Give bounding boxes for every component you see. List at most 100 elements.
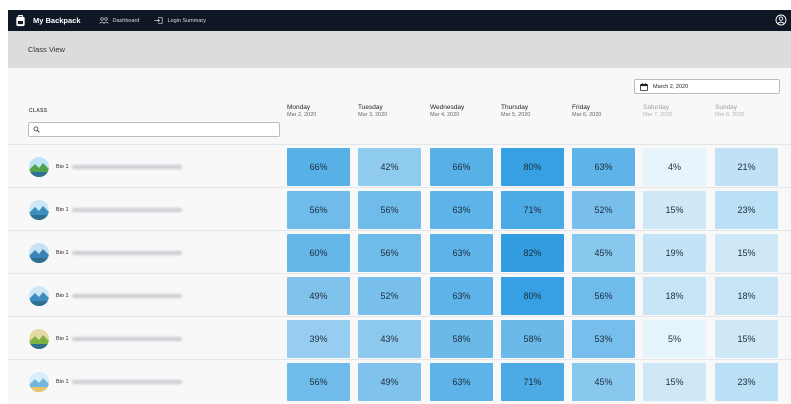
usage-cell[interactable]: 56% [287, 363, 350, 401]
users-icon [98, 17, 109, 24]
usage-cell[interactable]: 53% [572, 320, 635, 358]
day-date: Mar 7, 2020 [643, 112, 673, 118]
nav-login-summary[interactable]: Login Summary [154, 17, 206, 24]
class-avatar [29, 286, 49, 306]
redacted-class-detail [71, 208, 182, 212]
login-icon [154, 17, 164, 24]
day-name: Sunday [715, 104, 738, 111]
user-profile-icon[interactable] [775, 14, 787, 26]
class-name: Bio 1 [56, 207, 69, 213]
redacted-class-detail [71, 380, 182, 384]
usage-cell[interactable]: 18% [715, 277, 778, 315]
usage-cell[interactable]: 71% [501, 191, 564, 229]
backpack-icon [16, 14, 25, 27]
date-picker[interactable]: March 2, 2020 [634, 79, 780, 94]
day-name: Saturday [643, 104, 670, 111]
usage-cell[interactable]: 49% [358, 363, 421, 401]
usage-cell[interactable]: 66% [430, 148, 493, 186]
day-date: Mar 3, 2020 [358, 112, 388, 118]
class-row-5[interactable]: Bio 1 [29, 329, 182, 349]
day-header-sunday: Sunday Mar 8, 2020 [715, 104, 744, 118]
day-name: Thursday [501, 104, 529, 111]
class-column-label: CLASS [29, 108, 48, 114]
row-divider [8, 144, 791, 145]
page-header: Class View [8, 31, 791, 68]
redacted-class-detail [71, 251, 182, 255]
class-row-1[interactable]: Bio 1 [29, 157, 182, 177]
class-name: Bio 1 [56, 336, 69, 342]
class-row-3[interactable]: Bio 1 [29, 243, 182, 263]
usage-cell[interactable]: 42% [358, 148, 421, 186]
usage-cell[interactable]: 23% [715, 191, 778, 229]
app-title: My Backpack [33, 16, 81, 25]
usage-cell[interactable]: 49% [287, 277, 350, 315]
usage-cell[interactable]: 63% [572, 148, 635, 186]
usage-cell[interactable]: 39% [287, 320, 350, 358]
day-date: Mar 6, 2020 [572, 112, 602, 118]
usage-cell[interactable]: 19% [643, 234, 706, 272]
nav-dashboard-label: Dashboard [112, 17, 140, 24]
top-navigation-bar: My Backpack Dashboard Login Summary [8, 10, 791, 31]
class-search-input[interactable] [28, 122, 280, 137]
usage-cell[interactable]: 21% [715, 148, 778, 186]
app-brand[interactable]: My Backpack [14, 14, 81, 27]
page-title: Class View [28, 45, 65, 54]
usage-cell[interactable]: 15% [643, 363, 706, 401]
class-name: Bio 1 [56, 379, 69, 385]
usage-cell[interactable]: 5% [643, 320, 706, 358]
usage-cell[interactable]: 4% [643, 148, 706, 186]
usage-cell[interactable]: 71% [501, 363, 564, 401]
usage-cell[interactable]: 52% [358, 277, 421, 315]
nav-login-summary-label: Login Summary [167, 17, 206, 24]
redacted-class-detail [71, 294, 182, 298]
row-divider [8, 187, 791, 188]
usage-cell[interactable]: 18% [643, 277, 706, 315]
class-row-4[interactable]: Bio 1 [29, 286, 182, 306]
usage-cell[interactable]: 23% [715, 363, 778, 401]
class-row-6[interactable]: Bio 1 [29, 372, 182, 392]
nav-dashboard[interactable]: Dashboard [98, 17, 140, 24]
usage-cell[interactable]: 52% [572, 191, 635, 229]
usage-cell[interactable]: 56% [358, 191, 421, 229]
usage-cell[interactable]: 63% [430, 234, 493, 272]
day-header-thursday: Thursday Mar 5, 2020 [501, 104, 530, 118]
usage-cell[interactable]: 56% [287, 191, 350, 229]
usage-cell[interactable]: 82% [501, 234, 564, 272]
class-avatar [29, 372, 49, 392]
usage-cell[interactable]: 15% [715, 320, 778, 358]
usage-cell[interactable]: 80% [501, 148, 564, 186]
day-name: Friday [572, 104, 591, 111]
usage-cell[interactable]: 58% [430, 320, 493, 358]
calendar-icon [640, 82, 648, 91]
day-name: Monday [287, 104, 311, 111]
redacted-class-detail [71, 165, 182, 169]
usage-cell[interactable]: 60% [287, 234, 350, 272]
usage-cell[interactable]: 80% [501, 277, 564, 315]
day-header-wednesday: Wednesday Mar 4, 2020 [430, 104, 464, 118]
row-divider [8, 273, 791, 274]
usage-cell[interactable]: 63% [430, 363, 493, 401]
row-divider [8, 359, 791, 360]
class-row-2[interactable]: Bio 1 [29, 200, 182, 220]
date-picker-value: March 2, 2020 [653, 83, 689, 90]
usage-cell[interactable]: 45% [572, 234, 635, 272]
redacted-class-detail [71, 337, 182, 341]
class-name: Bio 1 [56, 250, 69, 256]
class-avatar [29, 200, 49, 220]
usage-cell[interactable]: 56% [358, 234, 421, 272]
usage-cell[interactable]: 45% [572, 363, 635, 401]
usage-cell[interactable]: 58% [501, 320, 564, 358]
usage-cell[interactable]: 66% [287, 148, 350, 186]
usage-cell[interactable]: 43% [358, 320, 421, 358]
row-divider [8, 230, 791, 231]
usage-cell[interactable]: 63% [430, 277, 493, 315]
class-name: Bio 1 [56, 164, 69, 170]
usage-cell[interactable]: 15% [715, 234, 778, 272]
usage-cell[interactable]: 56% [572, 277, 635, 315]
day-header-monday: Monday Mar 2, 2020 [287, 104, 316, 118]
day-header-friday: Friday Mar 6, 2020 [572, 104, 601, 118]
usage-cell[interactable]: 15% [643, 191, 706, 229]
day-date: Mar 2, 2020 [287, 112, 317, 118]
day-header-tuesday: Tuesday Mar 3, 2020 [358, 104, 387, 118]
usage-cell[interactable]: 63% [430, 191, 493, 229]
